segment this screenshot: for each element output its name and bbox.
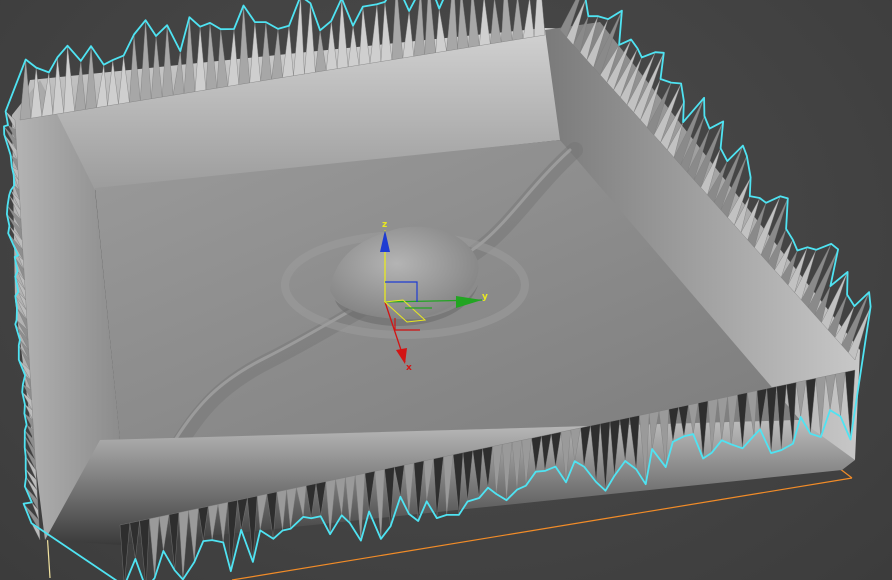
terrain-spike (533, 0, 546, 38)
terrain-spike (358, 6, 371, 66)
terrain-spike (490, 0, 502, 45)
terrain-spike (271, 28, 283, 80)
terrain-spike (129, 34, 141, 103)
terrain-spike (424, 0, 436, 55)
terrain-spike (402, 10, 414, 59)
terrain-spike (260, 22, 272, 82)
terrain-spike (391, 0, 404, 61)
terrain-spike (468, 0, 480, 48)
scene-canvas[interactable]: z x y (0, 0, 892, 580)
terrain-spike (140, 20, 152, 101)
terrain-spike (413, 0, 425, 57)
terrain-spike (511, 0, 524, 41)
terrain-spike (369, 4, 382, 64)
terrain-spike (161, 25, 174, 98)
terrain-spike (139, 518, 150, 580)
terrain-spike (119, 522, 131, 580)
terrain-mesh[interactable] (3, 0, 872, 580)
terrain-spike (457, 0, 469, 50)
terrain-spike (282, 25, 294, 78)
3d-viewport[interactable]: z x y (0, 0, 892, 580)
terrain-spike (380, 1, 393, 62)
terrain-spike (194, 26, 207, 92)
terrain-spike (326, 20, 338, 71)
terrain-spike (446, 0, 458, 52)
terrain-spike (238, 5, 250, 85)
terrain-spike (227, 28, 239, 87)
z-axis-label: z (382, 220, 387, 230)
terrain-spike (249, 22, 261, 84)
terrain-spike (435, 8, 447, 53)
terrain-spike (216, 29, 229, 89)
terrain-spike (205, 22, 218, 91)
y-axis-label: y (482, 292, 488, 302)
x-axis-label: x (406, 363, 412, 373)
terrain-spike (501, 0, 513, 43)
terrain-spike (178, 510, 189, 580)
terrain-spike (479, 0, 491, 46)
terrain-spike (347, 25, 360, 68)
terrain-spike (522, 0, 535, 39)
